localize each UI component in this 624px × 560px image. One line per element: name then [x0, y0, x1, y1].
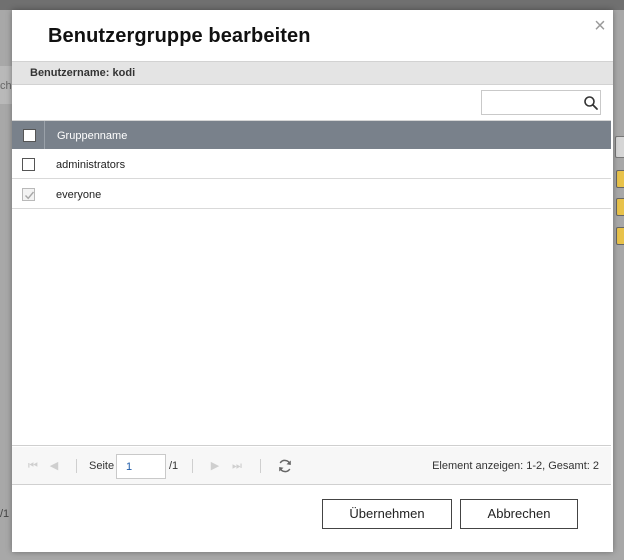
pager-divider	[76, 459, 77, 473]
column-header-groupname[interactable]: Gruppenname	[57, 130, 127, 142]
checkmark-icon	[24, 191, 35, 200]
background-top-bar	[0, 0, 624, 10]
page-label: Seite	[89, 460, 115, 472]
table-row[interactable]: everyone	[12, 179, 611, 209]
total-pages: /1	[169, 460, 179, 472]
cancel-button[interactable]: Abbrechen	[460, 499, 578, 529]
previous-page-icon[interactable]: ◀	[47, 459, 61, 473]
pagination-summary: Element anzeigen: 1-2, Gesamt: 2	[432, 460, 599, 472]
group-name: administrators	[56, 159, 126, 171]
search-input[interactable]	[486, 94, 578, 111]
username-bar: Benutzername: kodi	[12, 61, 613, 85]
select-all-checkbox[interactable]	[23, 129, 36, 142]
pager-divider	[192, 459, 193, 473]
pager-divider	[260, 459, 261, 473]
pagination-bar: ⏮ ◀ Seite 1 /1 ▶ ⏭ Element anzeigen: 1-2…	[12, 447, 611, 485]
search-icon[interactable]	[583, 95, 599, 111]
background-right-control	[615, 136, 624, 158]
close-icon[interactable]: ×	[590, 16, 610, 36]
refresh-icon[interactable]	[277, 458, 293, 474]
page-number-input[interactable]: 1	[116, 454, 166, 479]
row-checkbox[interactable]	[22, 158, 35, 171]
apply-button[interactable]: Übernehmen	[322, 499, 452, 529]
background-edit-icon	[616, 227, 624, 245]
group-table: Gruppenname administrators everyone	[12, 120, 611, 446]
search-field[interactable]	[481, 90, 601, 115]
dialog-title: Benutzergruppe bearbeiten	[48, 25, 311, 47]
background-cut-bottom-text: /1	[0, 508, 10, 520]
background-edit-icon	[616, 198, 624, 216]
first-page-icon[interactable]: ⏮	[26, 459, 40, 473]
header-divider	[44, 121, 45, 149]
table-row[interactable]: administrators	[12, 149, 611, 179]
username-label: Benutzername: kodi	[30, 67, 136, 79]
next-page-icon[interactable]: ▶	[208, 459, 222, 473]
last-page-icon[interactable]: ⏭	[230, 459, 244, 473]
row-checkbox-checked-disabled	[22, 188, 35, 201]
group-name: everyone	[56, 189, 102, 201]
edit-usergroup-dialog: Benutzergruppe bearbeiten × Benutzername…	[12, 10, 613, 552]
background-edit-icon	[616, 170, 624, 188]
table-header: Gruppenname	[12, 121, 611, 149]
